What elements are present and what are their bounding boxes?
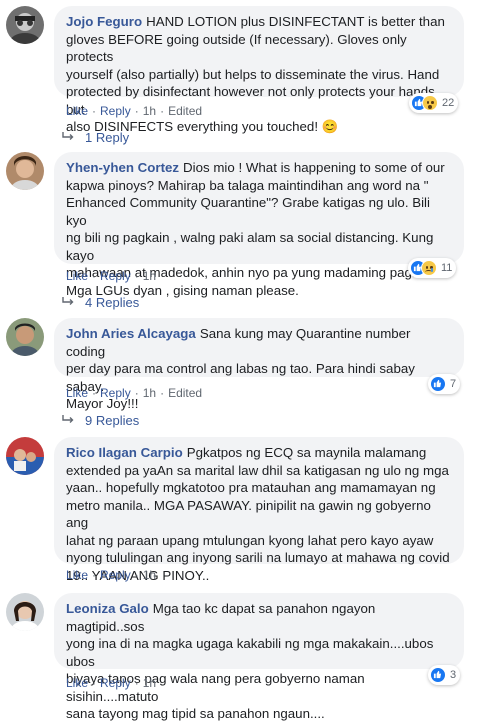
comment-text-line: yourself (also partially) but helps to d… [66, 66, 440, 82]
reaction-count: 11 [441, 262, 453, 274]
reactions-badge[interactable]: 7 [428, 374, 461, 394]
reaction-count: 7 [450, 378, 457, 390]
comment-author[interactable]: Yhen-yhen Cortez [66, 160, 179, 175]
timestamp[interactable]: 1h [143, 386, 156, 400]
view-replies-link[interactable]: 9 Replies [62, 413, 139, 428]
comment-text-line: metro manila.. MGA PASAWAY. pinipilit na… [66, 497, 431, 531]
comment-bubble: Yhen-yhen Cortez Dios mio ! What is happe… [54, 152, 464, 298]
edited-label: Edited [168, 104, 203, 118]
comment-actions: Like · Reply · 1h · Edited [66, 386, 203, 400]
comment-bubble: Jojo Feguro HAND LOTION plus DISINFECTANT… [54, 6, 464, 134]
reply-link[interactable]: Reply [100, 386, 131, 400]
comment-actions: Like · Reply · 1h [66, 676, 157, 690]
avatar[interactable] [6, 6, 44, 44]
avatar[interactable] [6, 318, 44, 356]
timestamp[interactable]: 1h [143, 269, 156, 283]
reply-link[interactable]: Reply [100, 269, 131, 283]
avatar[interactable] [6, 152, 44, 190]
reaction-count: 22 [442, 97, 455, 109]
timestamp[interactable]: 1h [143, 676, 156, 690]
comment-text-line: HAND LOTION plus DISINFECTANT is better … [146, 14, 445, 29]
reaction-count: 3 [450, 669, 457, 681]
avatar[interactable] [6, 437, 44, 475]
reply-arrow-icon [62, 295, 74, 310]
sad-icon [421, 260, 437, 276]
comment-author[interactable]: Leoniza Galo [66, 601, 149, 616]
timestamp[interactable]: 1h [143, 568, 156, 582]
comment-actions: Like · Reply · 1h [66, 269, 157, 283]
comment-text-line: Enhanced Community Quarantine"? Grabe ka… [66, 195, 430, 228]
reply-link[interactable]: Reply [100, 676, 131, 690]
replies-count[interactable]: 4 Replies [85, 295, 139, 310]
timestamp[interactable]: 1h [143, 104, 156, 118]
avatar[interactable] [6, 593, 44, 631]
comment-actions: Like · Reply · 1h · Edited [66, 104, 203, 118]
comment-text-line: kapwa pinoys? Mahirap ba talaga maintind… [66, 177, 429, 193]
view-replies-link[interactable]: 1 Reply [62, 130, 129, 145]
like-link[interactable]: Like [66, 568, 88, 582]
reply-link[interactable]: Reply [100, 568, 131, 582]
reply-arrow-icon [62, 130, 74, 145]
replies-count[interactable]: 9 Replies [85, 413, 139, 428]
comment-bubble: Leoniza Galo Mga tao kc dapat sa panahon … [54, 593, 464, 721]
comment-text-line: yaan.. hopefully mgkatotoo pra matauhan … [66, 480, 436, 495]
reactions-badge[interactable]: 11 [408, 258, 457, 278]
like-icon [430, 667, 446, 683]
comment-text-line: lahat ng paraan upang mtulungan kyong la… [66, 532, 434, 548]
comment-text-line: nyong tululingan ang inyong sarili na lu… [66, 550, 450, 565]
reactions-badge[interactable]: 22 [409, 93, 459, 113]
view-replies-link[interactable]: 4 Replies [62, 295, 139, 310]
reactions-badge[interactable]: 3 [428, 665, 461, 685]
comment-text-line: yong ina di na magka ugaga kakabili ng m… [66, 636, 434, 669]
like-link[interactable]: Like [66, 269, 88, 283]
comment-text-line: ng bili ng pagkain , walng paki alam sa … [66, 230, 434, 263]
reply-arrow-icon [62, 413, 74, 428]
like-link[interactable]: Like [66, 386, 88, 400]
comment-text-line: Dios mio ! What is happening to some of … [183, 160, 445, 175]
like-link[interactable]: Like [66, 104, 88, 118]
replies-count[interactable]: 1 Reply [85, 130, 129, 145]
comment-text-line: gloves BEFORE going outside (If necessar… [66, 31, 407, 65]
comment-actions: Like · Reply · 1h [66, 568, 157, 582]
comment-text-line: Pgkatpos ng ECQ sa maynila malamang [186, 445, 427, 460]
comment-bubble: Rico Ilagan Carpio Pgkatpos ng ECQ sa may… [54, 437, 464, 583]
comment-text-line: sana tayong mag tipid sa panahon ngaun..… [66, 706, 325, 721]
comment-text-line: extended pa yaAn sa marital law dhil sa … [66, 462, 449, 478]
comment-author[interactable]: Jojo Feguro [66, 14, 142, 29]
like-icon [430, 376, 446, 392]
wow-icon [422, 95, 438, 111]
reply-link[interactable]: Reply [100, 104, 131, 118]
like-link[interactable]: Like [66, 676, 88, 690]
comment-bubble: John Aries Alcayaga Sana kung may Quarant… [54, 318, 464, 411]
edited-label: Edited [168, 386, 203, 400]
comment-author[interactable]: John Aries Alcayaga [66, 326, 196, 341]
comment-author[interactable]: Rico Ilagan Carpio [66, 445, 183, 460]
